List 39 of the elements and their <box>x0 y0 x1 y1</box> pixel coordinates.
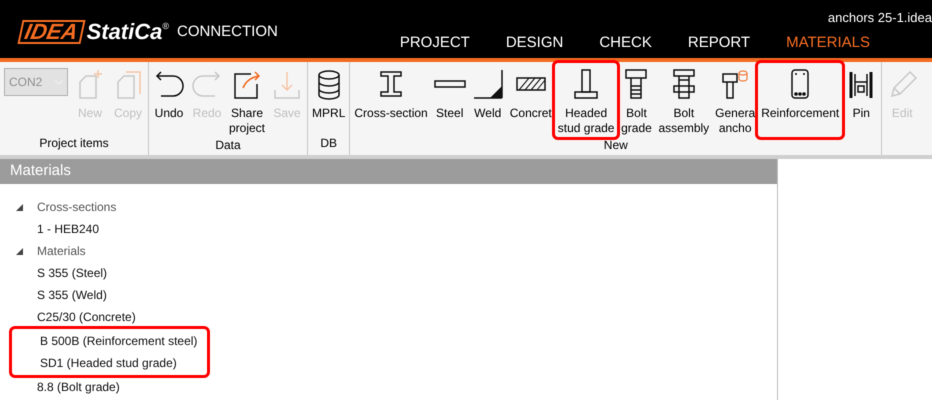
tree-item[interactable]: C25/30 (Concrete) <box>37 308 136 326</box>
ribbon-button[interactable]: Concret <box>508 68 554 121</box>
weld-icon <box>472 68 504 100</box>
plate-icon <box>434 80 466 88</box>
tree-item[interactable]: 1 - HEB240 <box>37 220 100 238</box>
ribbon-button[interactable]: Share project <box>227 68 268 136</box>
ribbon-button[interactable]: Undo <box>151 68 187 121</box>
group-label: Project items <box>39 135 109 152</box>
menu-tab[interactable]: CHECK <box>581 32 670 58</box>
menu-tab[interactable]: REPORT <box>670 32 768 58</box>
ribbon-button[interactable]: Genera ancho <box>713 68 758 136</box>
tree-item[interactable]: 8.8 (Bolt grade) <box>37 378 120 396</box>
group-label: DB <box>320 135 338 152</box>
ribbon-button[interactable]: Pin <box>843 68 880 121</box>
tree-item[interactable]: S 355 (Weld) <box>37 286 107 304</box>
menu-tab[interactable]: PROJECT <box>382 32 488 58</box>
brand-logo: IDEA StatiCa® <box>20 20 169 44</box>
ribbon-button[interactable]: Bolt grade <box>618 68 654 136</box>
ribbon-button[interactable]: Headed stud grade <box>556 68 616 136</box>
expand-toggle-icon[interactable] <box>16 248 23 254</box>
tree-item[interactable]: B 500B (Reinforcement steel) <box>40 332 198 350</box>
tree-item[interactable]: SD1 (Headed stud grade) <box>40 354 177 372</box>
menu-tab[interactable]: DESIGN <box>488 32 582 58</box>
ribbon-button[interactable]: Reinforcement <box>759 68 842 121</box>
tree-group[interactable]: Materials <box>37 242 86 260</box>
ribbon-button[interactable]: Steel <box>432 68 468 121</box>
tree-group[interactable]: Cross-sections <box>37 198 116 216</box>
panel-header: Materials <box>0 159 777 184</box>
ribbon-button[interactable]: MPRL <box>310 68 348 121</box>
ribbon-button[interactable]: Bolt assembly <box>656 68 712 136</box>
expand-toggle-icon[interactable] <box>16 204 23 210</box>
window-title: anchors 25-1.idea <box>828 9 932 27</box>
ribbon-button[interactable]: Weld <box>470 68 506 121</box>
group-label: Data <box>215 137 241 154</box>
tree-item[interactable]: S 355 (Steel) <box>37 264 108 282</box>
menu-tab[interactable]: MATERIALS <box>768 32 888 58</box>
group-label: New <box>604 137 628 154</box>
product-name: CONNECTION <box>177 22 278 42</box>
ribbon-button[interactable]: Cross-section <box>352 68 430 121</box>
